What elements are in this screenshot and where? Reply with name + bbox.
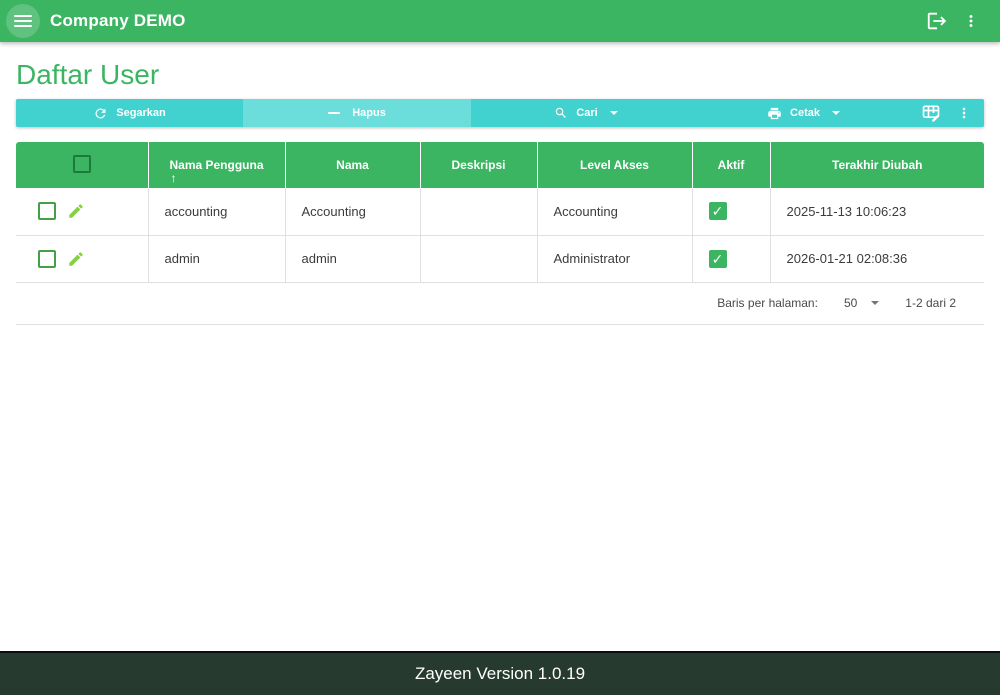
- sort-ascending-icon: ↑: [171, 171, 177, 185]
- edit-row-button[interactable]: [66, 249, 86, 269]
- cell-name: admin: [285, 235, 420, 282]
- delete-label: Hapus: [352, 107, 386, 119]
- user-table: Nama Pengguna ↑ Nama Deskripsi Level Aks…: [16, 142, 984, 283]
- search-icon: [554, 106, 568, 120]
- search-label: Cari: [576, 107, 597, 119]
- delete-button[interactable]: Hapus: [243, 99, 471, 127]
- app-bar: Company DEMO: [0, 0, 1000, 42]
- app-footer: Zayeen Version 1.0.19: [0, 651, 1000, 695]
- print-label: Cetak: [790, 107, 820, 119]
- header-select-all[interactable]: [16, 142, 148, 188]
- rows-per-page-label: Baris per halaman:: [717, 296, 818, 310]
- cell-name: Accounting: [285, 188, 420, 235]
- cell-access-level: Accounting: [537, 188, 692, 235]
- header-username[interactable]: Nama Pengguna ↑: [148, 142, 285, 188]
- header-name[interactable]: Nama: [285, 142, 420, 188]
- cell-active: [692, 188, 770, 235]
- header-active[interactable]: Aktif: [692, 142, 770, 188]
- header-last-modified[interactable]: Terakhir Diubah: [770, 142, 984, 188]
- table-edit-icon: [921, 103, 941, 123]
- page-title: Daftar User: [16, 59, 984, 91]
- active-checkbox[interactable]: [709, 250, 727, 268]
- row-checkbox[interactable]: [38, 250, 56, 268]
- table-toolbar: Segarkan Hapus Cari Cetak: [16, 99, 984, 127]
- refresh-button[interactable]: Segarkan: [16, 99, 243, 127]
- app-title: Company DEMO: [50, 11, 186, 31]
- pagination-range: 1-2 dari 2: [905, 296, 956, 310]
- cell-username: admin: [148, 235, 285, 282]
- logout-icon: [926, 10, 948, 32]
- table-row: accounting Accounting Accounting 2025-11…: [16, 188, 984, 235]
- print-caret-icon: [832, 111, 840, 115]
- printer-icon: [767, 106, 782, 121]
- search-button[interactable]: Cari: [471, 99, 701, 127]
- pencil-icon: [67, 202, 85, 220]
- search-caret-icon: [610, 111, 618, 115]
- active-checkbox[interactable]: [709, 202, 727, 220]
- cell-username: accounting: [148, 188, 285, 235]
- rows-per-page-caret-icon: [871, 301, 879, 305]
- header-description[interactable]: Deskripsi: [420, 142, 537, 188]
- table-row: admin admin Administrator 2026-01-21 02:…: [16, 235, 984, 282]
- cell-last-modified: 2026-01-21 02:08:36: [770, 235, 984, 282]
- cell-access-level: Administrator: [537, 235, 692, 282]
- refresh-label: Segarkan: [116, 107, 166, 119]
- kebab-menu-icon: [962, 12, 980, 30]
- table-header-row: Nama Pengguna ↑ Nama Deskripsi Level Aks…: [16, 142, 984, 188]
- cell-description: [420, 235, 537, 282]
- rows-per-page-value: 50: [844, 296, 857, 310]
- pagination-bar: Baris per halaman: 50 1-2 dari 2: [16, 283, 984, 325]
- header-access-level[interactable]: Level Akses: [537, 142, 692, 188]
- toolbar-overflow-button[interactable]: [954, 100, 974, 126]
- logout-button[interactable]: [920, 4, 954, 38]
- edit-columns-button[interactable]: [918, 100, 944, 126]
- menu-button[interactable]: [6, 4, 40, 38]
- cell-last-modified: 2025-11-13 10:06:23: [770, 188, 984, 235]
- rows-per-page-select[interactable]: 50: [844, 296, 879, 310]
- refresh-icon: [93, 106, 108, 121]
- pencil-icon: [67, 250, 85, 268]
- cell-active: [692, 235, 770, 282]
- print-button[interactable]: Cetak: [701, 99, 906, 127]
- version-text: Zayeen Version 1.0.19: [415, 664, 585, 684]
- cell-description: [420, 188, 537, 235]
- kebab-menu-icon: [956, 105, 972, 121]
- edit-row-button[interactable]: [66, 201, 86, 221]
- minus-icon: [328, 112, 340, 114]
- row-checkbox[interactable]: [38, 202, 56, 220]
- overflow-menu-button[interactable]: [954, 4, 988, 38]
- select-all-checkbox[interactable]: [73, 155, 91, 173]
- hamburger-icon: [14, 12, 32, 30]
